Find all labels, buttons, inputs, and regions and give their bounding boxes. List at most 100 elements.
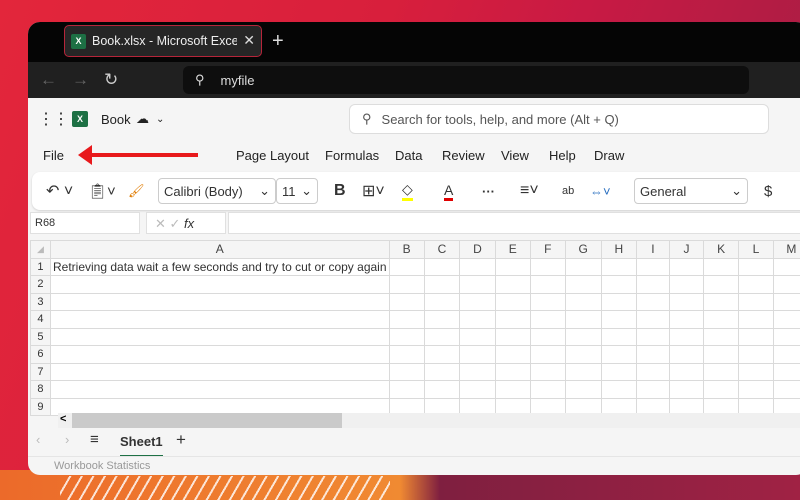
cell-J4[interactable] (668, 310, 705, 329)
cell-L1[interactable] (738, 257, 774, 276)
cell-D1[interactable] (459, 257, 496, 276)
font-color-icon[interactable]: A (444, 182, 454, 201)
column-header-H[interactable]: H (600, 240, 638, 259)
align-icon[interactable]: ≡˅ (520, 182, 539, 200)
cell-F6[interactable] (529, 345, 566, 364)
borders-icon[interactable]: ⊞˅ (362, 181, 385, 201)
back-icon[interactable]: ← (40, 70, 57, 90)
cell-M8[interactable] (772, 380, 800, 399)
cell-J2[interactable] (668, 275, 705, 294)
cell-F7[interactable] (529, 362, 566, 381)
all-sheets-icon[interactable]: ≡ (90, 431, 99, 448)
cell-I6[interactable] (636, 345, 670, 364)
cell-A3[interactable] (49, 292, 390, 311)
cell-J7[interactable] (668, 362, 705, 381)
fill-color-icon[interactable]: ◇ (402, 181, 413, 201)
sheet-tab-sheet1[interactable]: Sheet1 (120, 434, 163, 457)
cell-J3[interactable] (668, 292, 705, 311)
row-header-5[interactable]: 5 (30, 327, 51, 346)
cell-G4[interactable] (564, 310, 602, 329)
browser-tab[interactable]: X Book.xlsx - Microsoft Excel Online ✕ (64, 25, 262, 57)
menu-view[interactable]: View (501, 148, 529, 163)
chevron-down-icon[interactable]: ⌄ (156, 114, 164, 125)
column-header-M[interactable]: M (772, 240, 800, 259)
prev-sheet-icon[interactable]: ‹ (36, 432, 40, 447)
column-header-G[interactable]: G (564, 240, 602, 259)
menu-review[interactable]: Review (442, 148, 485, 163)
cell-K8[interactable] (703, 380, 740, 399)
cell-L6[interactable] (738, 345, 774, 364)
reload-icon[interactable]: ↻ (104, 70, 118, 90)
cell-H5[interactable] (600, 327, 638, 346)
cell-C4[interactable] (423, 310, 461, 329)
cell-B2[interactable] (388, 275, 425, 294)
select-all-corner[interactable]: ◢ (30, 240, 51, 259)
cell-A6[interactable] (49, 345, 390, 364)
cell-L2[interactable] (738, 275, 774, 294)
cell-F5[interactable] (529, 327, 566, 346)
cell-L7[interactable] (738, 362, 774, 381)
menu-file[interactable]: File (43, 148, 64, 163)
cell-M7[interactable] (772, 362, 800, 381)
cell-G5[interactable] (564, 327, 602, 346)
cell-I4[interactable] (636, 310, 670, 329)
menu-formulas[interactable]: Formulas (325, 148, 379, 163)
cell-B5[interactable] (388, 327, 425, 346)
cell-F4[interactable] (529, 310, 566, 329)
cell-B1[interactable] (388, 257, 425, 276)
row-header-7[interactable]: 7 (30, 362, 51, 381)
cell-A8[interactable] (49, 380, 390, 399)
row-header-6[interactable]: 6 (30, 345, 51, 364)
cell-H2[interactable] (600, 275, 638, 294)
cell-A2[interactable] (49, 275, 390, 294)
currency-button[interactable]: $ (764, 183, 772, 200)
paste-icon[interactable]: 📋︎˅ (88, 182, 116, 200)
bold-button[interactable]: B (334, 182, 346, 200)
column-header-C[interactable]: C (423, 240, 461, 259)
column-header-L[interactable]: L (738, 240, 774, 259)
menu-page-layout[interactable]: Page Layout (236, 148, 309, 163)
cell-D2[interactable] (459, 275, 496, 294)
cell-K6[interactable] (703, 345, 740, 364)
cell-G8[interactable] (564, 380, 602, 399)
scroll-thumb[interactable] (72, 413, 342, 428)
cell-B7[interactable] (388, 362, 425, 381)
menu-data[interactable]: Data (395, 148, 422, 163)
cell-A7[interactable] (49, 362, 390, 381)
cell-I8[interactable] (636, 380, 670, 399)
cell-I2[interactable] (636, 275, 670, 294)
cell-E4[interactable] (494, 310, 531, 329)
cell-M5[interactable] (772, 327, 800, 346)
cell-K5[interactable] (703, 327, 740, 346)
undo-icon[interactable]: ↶ ˅ (46, 181, 73, 201)
cell-E6[interactable] (494, 345, 531, 364)
more-options-button[interactable]: ··· (482, 184, 495, 199)
cell-G6[interactable] (564, 345, 602, 364)
cell-K2[interactable] (703, 275, 740, 294)
cell-F2[interactable] (529, 275, 566, 294)
row-header-9[interactable]: 9 (30, 397, 51, 416)
column-header-D[interactable]: D (459, 240, 496, 259)
cell-C2[interactable] (423, 275, 461, 294)
cell-D7[interactable] (459, 362, 496, 381)
column-header-B[interactable]: B (388, 240, 425, 259)
cell-K7[interactable] (703, 362, 740, 381)
menu-draw[interactable]: Draw (594, 148, 624, 163)
cell-H1[interactable] (600, 257, 638, 276)
cell-C5[interactable] (423, 327, 461, 346)
cell-M3[interactable] (772, 292, 800, 311)
cell-D6[interactable] (459, 345, 496, 364)
cell-L5[interactable] (738, 327, 774, 346)
column-header-A[interactable]: A (49, 240, 390, 259)
cell-I1[interactable] (636, 257, 670, 276)
menu-help[interactable]: Help (549, 148, 576, 163)
cell-H4[interactable] (600, 310, 638, 329)
font-size-select[interactable]: 11 ⌄ (276, 178, 318, 204)
cell-H3[interactable] (600, 292, 638, 311)
scroll-left-icon[interactable]: < (60, 413, 66, 425)
cell-B4[interactable] (388, 310, 425, 329)
cell-D8[interactable] (459, 380, 496, 399)
cell-E8[interactable] (494, 380, 531, 399)
cell-C1[interactable] (423, 257, 461, 276)
row-header-3[interactable]: 3 (30, 292, 51, 311)
